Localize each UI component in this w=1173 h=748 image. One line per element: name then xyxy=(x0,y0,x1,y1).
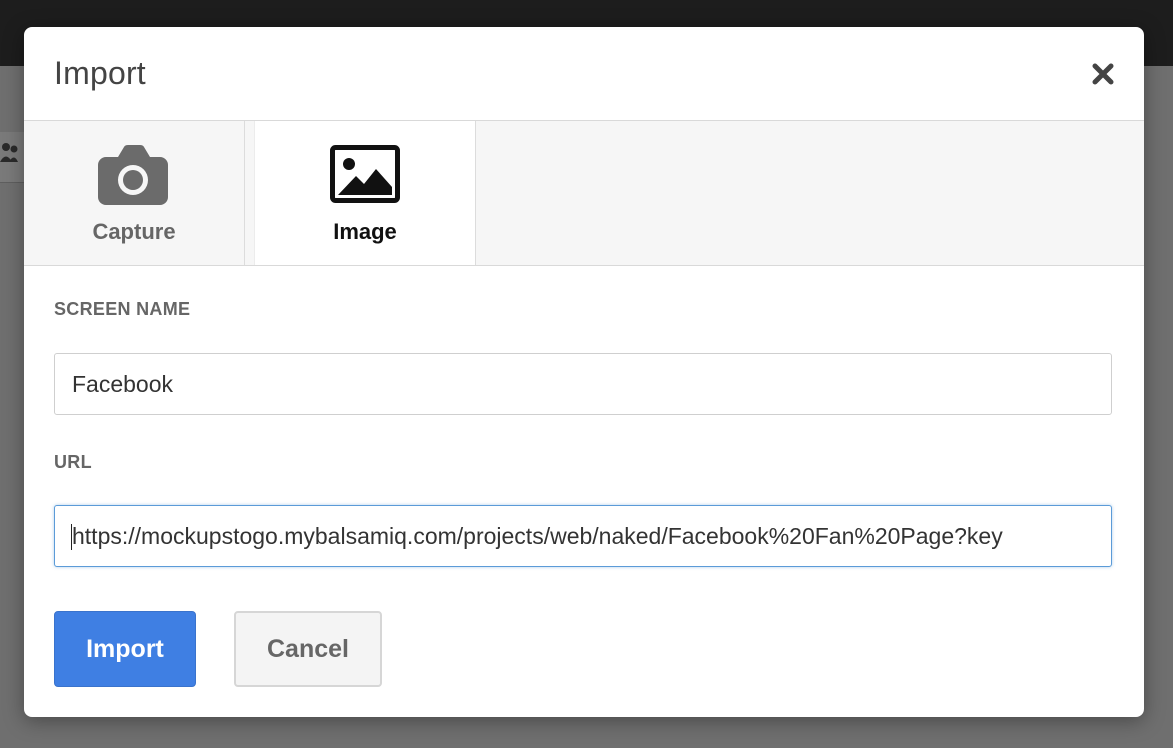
import-source-tabs: Capture Image xyxy=(24,121,1144,266)
screen-name-input[interactable] xyxy=(54,353,1112,415)
cancel-button[interactable]: Cancel xyxy=(234,611,382,687)
import-button[interactable]: Import xyxy=(54,611,196,687)
close-button[interactable] xyxy=(1090,61,1116,87)
dialog-title: Import xyxy=(54,55,146,91)
tab-capture[interactable]: Capture xyxy=(24,121,245,265)
url-label: URL xyxy=(54,452,92,472)
close-icon xyxy=(1092,63,1114,85)
users-icon xyxy=(0,143,18,162)
tab-image[interactable]: Image xyxy=(254,121,476,265)
text-caret xyxy=(71,524,72,550)
tab-label-capture: Capture xyxy=(92,219,176,244)
tab-label-image: Image xyxy=(333,219,397,244)
image-icon xyxy=(330,145,400,203)
camera-icon xyxy=(98,145,168,205)
url-input[interactable] xyxy=(54,505,1112,567)
screen-name-label: SCREEN NAME xyxy=(54,299,191,319)
import-dialog: Import Capture Image SCREEN NAME Faceboo… xyxy=(24,27,1144,717)
dialog-header: Import xyxy=(24,27,1144,121)
background-toolbar xyxy=(0,132,24,183)
